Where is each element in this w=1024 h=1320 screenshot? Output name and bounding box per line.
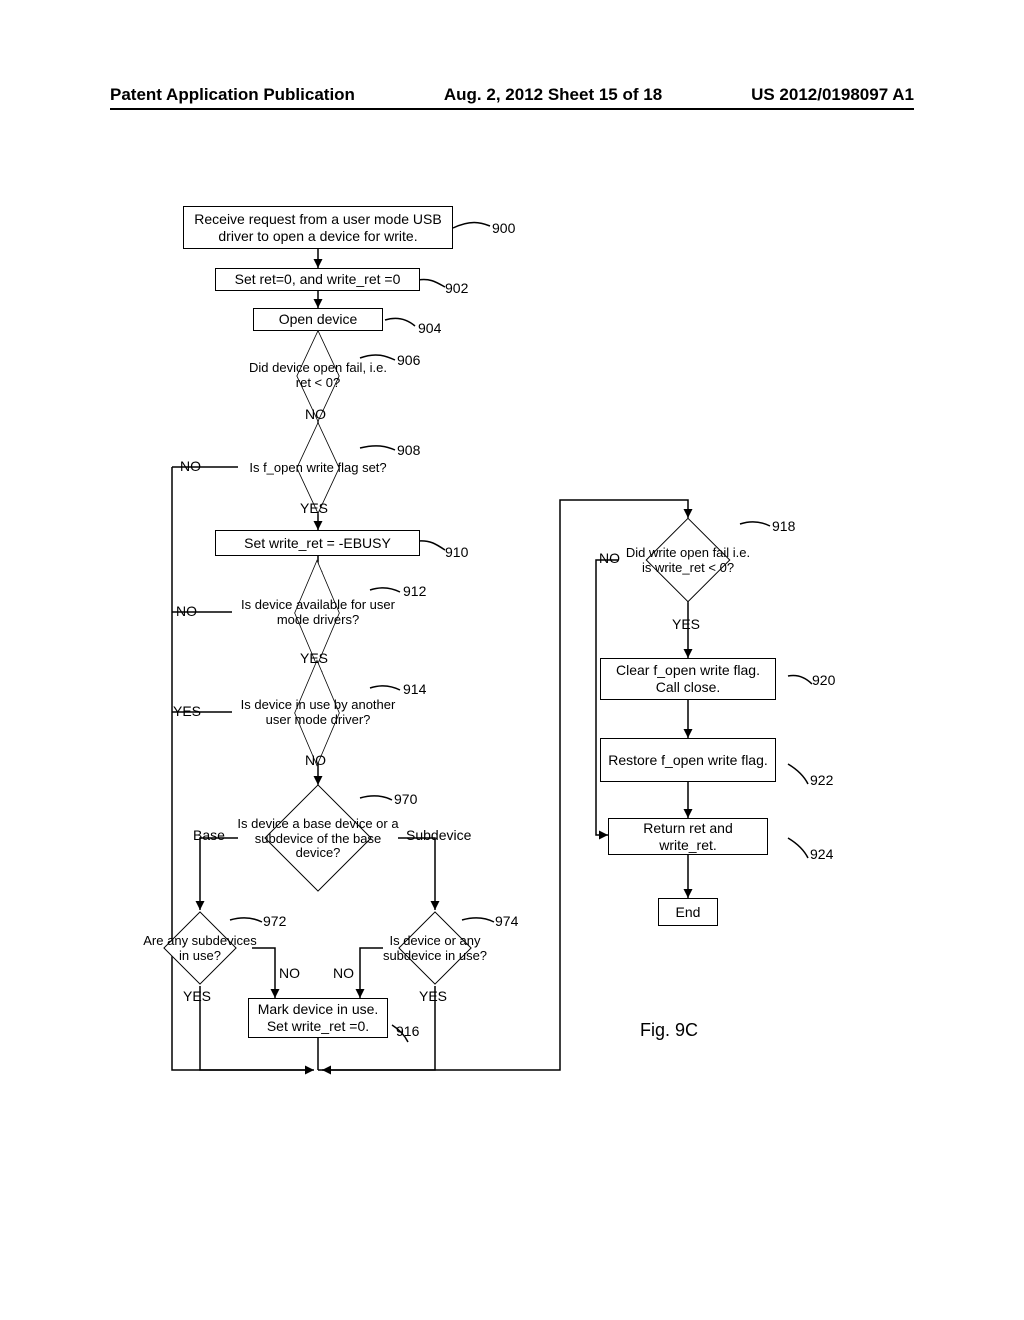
text-974: Is device or any subdevice in use? xyxy=(377,934,493,964)
text-918: Did write open fail i.e. is write_ret < … xyxy=(622,546,754,576)
ref-906: 906 xyxy=(397,352,420,368)
decision-912: Is device available for user mode driver… xyxy=(232,580,404,644)
label-906-no: NO xyxy=(305,406,326,422)
decision-908: Is f_open write flag set? xyxy=(238,440,398,494)
ref-918: 918 xyxy=(772,518,795,534)
label-908-no: NO xyxy=(180,458,201,474)
decision-914: Is device in use by another user mode dr… xyxy=(232,680,404,744)
ref-914: 914 xyxy=(403,681,426,697)
label-912-yes: YES xyxy=(300,650,328,666)
text-916: Mark device in use. Set write_ret =0. xyxy=(253,1001,383,1035)
label-972-no: NO xyxy=(279,965,300,981)
text-902: Set ret=0, and write_ret =0 xyxy=(235,271,401,288)
text-972: Are any subdevices in use? xyxy=(142,934,258,964)
ref-904: 904 xyxy=(418,320,441,336)
ref-910: 910 xyxy=(445,544,468,560)
label-970-base: Base xyxy=(193,827,225,843)
label-974-no: NO xyxy=(333,965,354,981)
decision-918: Did write open fail i.e. is write_ret < … xyxy=(618,518,758,602)
label-912-no: NO xyxy=(176,603,197,619)
label-974-yes: YES xyxy=(419,988,447,1004)
header-left: Patent Application Publication xyxy=(110,85,355,105)
label-970-subdevice: Subdevice xyxy=(406,827,471,843)
text-904: Open device xyxy=(279,311,358,328)
text-970: Is device a base device or a subdevice o… xyxy=(234,817,402,862)
text-900: Receive request from a user mode USB dri… xyxy=(188,211,448,245)
ref-970: 970 xyxy=(394,791,417,807)
ref-916: 916 xyxy=(396,1023,419,1039)
decision-906: Did device open fail, i.e. ret < 0? xyxy=(258,348,378,402)
ref-920: 920 xyxy=(812,672,835,688)
ref-974: 974 xyxy=(495,913,518,929)
process-922: Restore f_open write flag. xyxy=(600,738,776,782)
ref-912: 912 xyxy=(403,583,426,599)
text-920: Clear f_open write flag. Call close. xyxy=(605,662,771,696)
decision-972: Are any subdevices in use? xyxy=(148,910,252,986)
text-912: Is device available for user mode driver… xyxy=(228,598,408,628)
text-922: Restore f_open write flag. xyxy=(608,752,768,769)
label-914-no: NO xyxy=(305,752,326,768)
figure-label: Fig. 9C xyxy=(640,1020,698,1041)
text-end: End xyxy=(676,904,701,921)
label-918-no: NO xyxy=(599,550,620,566)
process-904: Open device xyxy=(253,308,383,331)
header-right: US 2012/0198097 A1 xyxy=(751,85,914,105)
ref-922: 922 xyxy=(810,772,833,788)
flowchart: Receive request from a user mode USB dri… xyxy=(0,120,1024,1220)
header-center: Aug. 2, 2012 Sheet 15 of 18 xyxy=(444,85,662,105)
decision-974: Is device or any subdevice in use? xyxy=(383,910,487,986)
process-902: Set ret=0, and write_ret =0 xyxy=(215,268,420,291)
process-924: Return ret and write_ret. xyxy=(608,818,768,855)
ref-900: 900 xyxy=(492,220,515,236)
label-918-yes: YES xyxy=(672,616,700,632)
label-908-yes: YES xyxy=(300,500,328,516)
text-906: Did device open fail, i.e. ret < 0? xyxy=(248,361,388,391)
terminator-end: End xyxy=(658,898,718,926)
process-916: Mark device in use. Set write_ret =0. xyxy=(248,998,388,1038)
ref-924: 924 xyxy=(810,846,833,862)
process-910: Set write_ret = -EBUSY xyxy=(215,530,420,556)
text-924: Return ret and write_ret. xyxy=(613,820,763,854)
process-900: Receive request from a user mode USB dri… xyxy=(183,206,453,249)
label-914-yes: YES xyxy=(173,703,201,719)
page-header: Patent Application Publication Aug. 2, 2… xyxy=(110,85,914,105)
process-920: Clear f_open write flag. Call close. xyxy=(600,658,776,700)
header-rule xyxy=(110,108,914,110)
label-972-yes: YES xyxy=(183,988,211,1004)
text-914: Is device in use by another user mode dr… xyxy=(228,698,408,728)
ref-902: 902 xyxy=(445,280,468,296)
text-910: Set write_ret = -EBUSY xyxy=(244,535,391,552)
ref-908: 908 xyxy=(397,442,420,458)
ref-972: 972 xyxy=(263,913,286,929)
decision-970: Is device a base device or a subdevice o… xyxy=(238,785,398,891)
text-908: Is f_open write flag set? xyxy=(249,461,386,476)
